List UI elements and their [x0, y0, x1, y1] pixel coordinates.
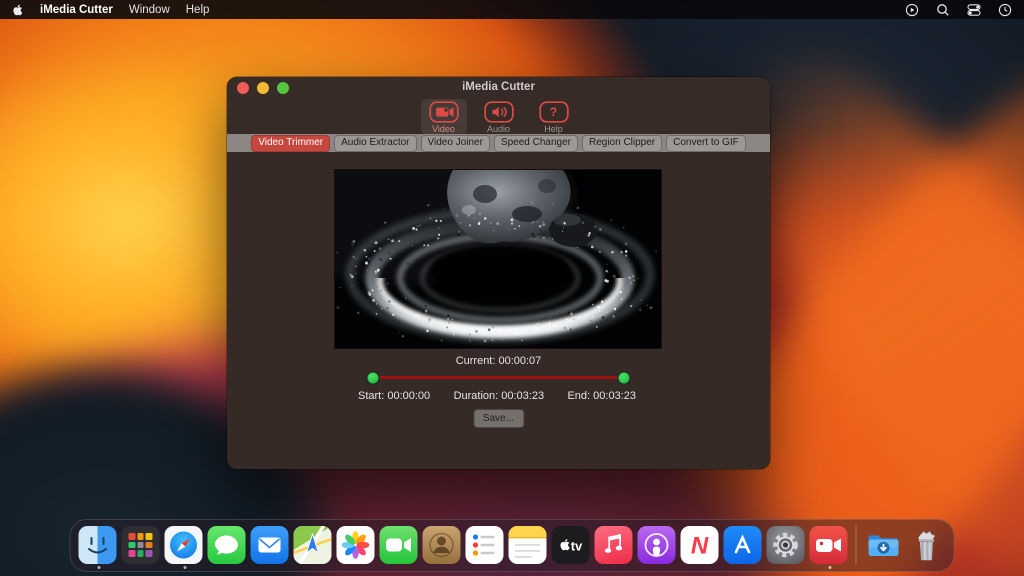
current-time-label: Current: 00:00:07 [227, 355, 770, 367]
duration-label: Duration: 00:03:23 [454, 390, 545, 402]
window-titlebar[interactable]: iMedia Cutter [227, 77, 770, 98]
dock-contacts-icon[interactable] [423, 526, 461, 564]
tab-region-clipper[interactable]: Region Clipper [582, 135, 662, 152]
svg-text:tv: tv [571, 539, 583, 554]
trim-end-handle[interactable] [619, 372, 630, 383]
tab-video-trimmer[interactable]: Video Trimmer [251, 135, 330, 152]
dock-news-icon[interactable]: N [681, 526, 719, 564]
trim-start-handle[interactable] [368, 372, 379, 383]
trim-range-slider[interactable] [367, 371, 630, 384]
apple-menu-icon[interactable] [12, 3, 24, 17]
save-button[interactable]: Save... [473, 409, 524, 428]
dock-system-settings-icon[interactable] [767, 526, 805, 564]
toolbar-help-label: Help [544, 124, 563, 134]
tab-audio-extractor[interactable]: Audio Extractor [334, 135, 416, 152]
dock-finder-icon[interactable] [79, 526, 117, 564]
now-playing-icon[interactable] [905, 3, 919, 17]
range-labels: Start: 00:00:00 Duration: 00:03:23 End: … [358, 390, 636, 402]
dock-app-store-icon[interactable] [724, 526, 762, 564]
start-time-label: Start: 00:00:00 [358, 390, 430, 402]
dock-separator [856, 525, 857, 565]
spotlight-search-icon[interactable] [936, 3, 950, 17]
menu-window[interactable]: Window [129, 4, 170, 16]
clock-icon[interactable] [998, 3, 1012, 17]
toolbar-video-button[interactable]: Video [421, 99, 467, 135]
toolbar-audio-button[interactable]: Audio [476, 99, 522, 135]
video-camera-icon [429, 101, 459, 123]
tab-strip: Video TrimmerAudio Extractor Video Joiner… [227, 134, 770, 152]
toolbar-audio-label: Audio [487, 124, 510, 134]
help-glyph: ? [550, 101, 557, 123]
dock-safari-icon[interactable] [165, 526, 203, 564]
dock-trash-icon[interactable] [908, 526, 946, 564]
toolbar-help-button[interactable]: ? Help [531, 99, 577, 135]
dock-tv-icon[interactable]: tv [552, 526, 590, 564]
tab-speed-changer[interactable]: Speed Changer [494, 135, 578, 152]
menu-bar: iMedia Cutter Window Help [0, 0, 1024, 19]
dock: tv N [70, 519, 955, 572]
video-preview[interactable] [335, 170, 661, 348]
menubar-menus: Window Help [129, 4, 210, 16]
toolbar-video-label: Video [432, 124, 455, 134]
slider-track[interactable] [372, 376, 625, 379]
dock-photos-icon[interactable] [337, 526, 375, 564]
menu-app-name[interactable]: iMedia Cutter [40, 4, 113, 16]
dock-podcasts-icon[interactable] [638, 526, 676, 564]
speaker-audio-icon [484, 101, 514, 123]
dock-notes-icon[interactable] [509, 526, 547, 564]
dock-launchpad-icon[interactable] [122, 526, 160, 564]
tab-convert-to-gif[interactable]: Convert to GIF [666, 135, 746, 152]
dock-messages-icon[interactable] [208, 526, 246, 564]
trimmer-panel: Current: 00:00:07 Start: 00:00:00 Durati… [227, 152, 770, 469]
control-center-icon[interactable] [967, 3, 981, 17]
imedia-cutter-window: iMedia Cutter Video [227, 77, 770, 469]
tab-video-joiner[interactable]: Video Joiner [421, 135, 490, 152]
window-title: iMedia Cutter [227, 81, 770, 93]
menu-help[interactable]: Help [186, 4, 210, 16]
end-time-label: End: 00:03:23 [567, 390, 636, 402]
question-mark-icon: ? [539, 101, 569, 123]
dock-maps-icon[interactable] [294, 526, 332, 564]
dock-facetime-icon[interactable] [380, 526, 418, 564]
svg-text:N: N [691, 533, 709, 560]
window-toolbar: Video Audio ? Help [227, 98, 770, 134]
dock-music-icon[interactable] [595, 526, 633, 564]
dock-downloads-folder-icon[interactable] [865, 526, 903, 564]
dock-imedia-cutter-icon[interactable] [810, 526, 848, 564]
dock-mail-icon[interactable] [251, 526, 289, 564]
dock-reminders-icon[interactable] [466, 526, 504, 564]
